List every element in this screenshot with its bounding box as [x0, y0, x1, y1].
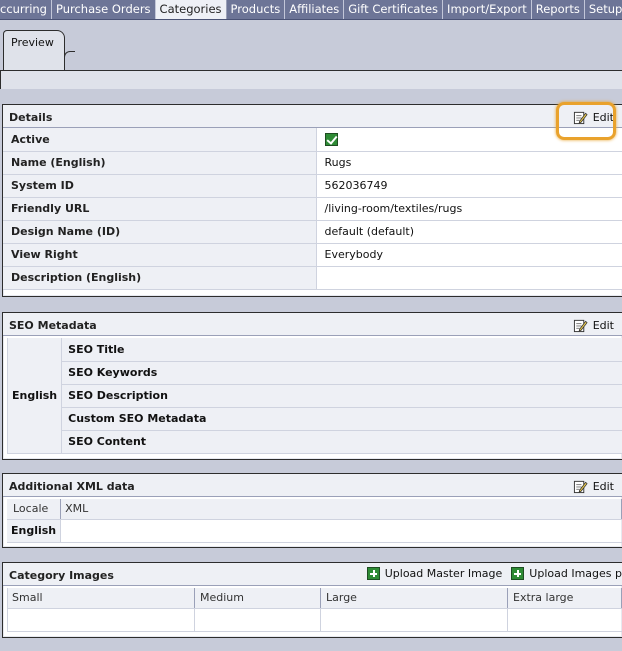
column-header-small: Small [7, 588, 195, 609]
details-table: Active Name (English) Rugs System ID 562… [3, 128, 622, 290]
table-row: Design Name (ID) default (default) [3, 220, 622, 244]
details-panel: Details Edit Active Name (English) Rugs … [2, 104, 622, 297]
green-plus-icon [366, 567, 380, 580]
image-cell-extra-large [507, 608, 622, 632]
upload-images-label: Upload Images p [529, 567, 622, 580]
images-table: Small Medium Large Extra large [7, 588, 622, 632]
edit-pencil-icon [573, 480, 588, 493]
nav-tab-categories[interactable]: Categories [155, 0, 227, 19]
table-row: SEO Description [8, 384, 622, 408]
xml-body: Locale XML English [3, 497, 622, 543]
xml-header: Additional XML data Edit [3, 474, 622, 497]
category-images-panel: Category Images Upload Master Image Uplo… [2, 562, 622, 638]
table-row: Name (English) Rugs [3, 151, 622, 175]
table-row: Description (English) [3, 266, 622, 290]
field-value [315, 266, 622, 290]
sub-tab-bar [0, 20, 622, 72]
table-row [7, 608, 622, 632]
content-bar [0, 70, 622, 89]
nav-tab-import-export[interactable]: Import/Export [443, 0, 532, 19]
table-row: Active [3, 128, 622, 152]
xml-title: Additional XML data [9, 480, 135, 493]
seo-body: English SEO Title SEO Keywords SEO Descr… [3, 336, 622, 454]
upload-images-button[interactable]: Upload Images p [511, 567, 622, 580]
nav-tab-recurring[interactable]: ccurring [0, 0, 52, 19]
tab-preview[interactable]: Preview [3, 30, 75, 74]
field-value: Rugs [315, 151, 622, 175]
table-row: English SEO Title [7, 338, 622, 454]
xml-edit-label: Edit [592, 479, 614, 493]
field-label: Active [3, 128, 316, 152]
nav-tab-products[interactable]: Products [227, 0, 286, 19]
edit-highlight-ring [556, 102, 616, 140]
seo-edit-label: Edit [592, 318, 614, 332]
column-header-large: Large [320, 588, 508, 609]
seo-locale: English [7, 338, 63, 454]
table-row: Custom SEO Metadata [8, 407, 622, 431]
field-value: Everybody [315, 243, 622, 267]
table-header-row: Small Medium Large Extra large [7, 588, 622, 609]
checkbox-checked-icon [324, 133, 338, 146]
table-row: SEO Keywords [8, 361, 622, 385]
image-cell-small [7, 608, 195, 632]
seo-field-label: SEO Title [61, 338, 622, 362]
image-cell-medium [194, 608, 321, 632]
field-label: View Right [3, 243, 316, 267]
details-title: Details [9, 111, 53, 124]
seo-table: English SEO Title SEO Keywords SEO Descr… [7, 338, 622, 454]
table-row: SEO Content [8, 430, 622, 454]
field-label: Design Name (ID) [3, 220, 316, 244]
top-navigation: ccurring Purchase Orders Categories Prod… [0, 0, 622, 20]
seo-edit-button[interactable]: Edit [573, 316, 614, 334]
nav-tab-gift-certificates[interactable]: Gift Certificates [344, 0, 444, 19]
table-row: Friendly URL /living-room/textiles/rugs [3, 197, 622, 221]
xml-locale: English [7, 519, 62, 543]
field-label: Description (English) [3, 266, 316, 290]
seo-field-label: Custom SEO Metadata [61, 407, 622, 431]
edit-pencil-icon [573, 319, 588, 332]
seo-header: SEO Metadata Edit [3, 313, 622, 336]
field-label: Name (English) [3, 151, 316, 175]
nav-tab-affiliates[interactable]: Affiliates [285, 0, 345, 19]
field-value: default (default) [315, 220, 622, 244]
table-row: View Right Everybody [3, 243, 622, 267]
xml-table: Locale XML English [7, 499, 622, 543]
column-header-extra-large: Extra large [507, 588, 622, 609]
field-value: 562036749 [315, 174, 622, 198]
seo-field-label: SEO Content [61, 430, 622, 454]
upload-master-image-button[interactable]: Upload Master Image [366, 567, 503, 580]
images-header: Category Images Upload Master Image Uplo… [3, 563, 622, 586]
column-header-medium: Medium [194, 588, 321, 609]
nav-tab-reports[interactable]: Reports [532, 0, 585, 19]
field-label: Friendly URL [3, 197, 316, 221]
table-header-row: Locale XML [7, 499, 622, 520]
seo-panel: SEO Metadata Edit English SEO Title SEO … [2, 312, 622, 460]
table-row: English [7, 519, 622, 543]
nav-tab-setup[interactable]: Setup [585, 0, 622, 19]
images-title: Category Images [9, 569, 114, 582]
xml-panel: Additional XML data Edit Locale XML Engl… [2, 473, 622, 548]
green-plus-icon [511, 567, 525, 580]
column-header-locale: Locale [7, 499, 62, 520]
details-header: Details Edit [3, 105, 622, 128]
seo-field-label: SEO Description [61, 384, 622, 408]
xml-edit-button[interactable]: Edit [573, 477, 614, 495]
upload-actions: Upload Master Image Upload Images p [358, 567, 622, 580]
field-value: /living-room/textiles/rugs [315, 197, 622, 221]
image-cell-large [320, 608, 508, 632]
table-row: System ID 562036749 [3, 174, 622, 198]
seo-field-label: SEO Keywords [61, 361, 622, 385]
column-header-xml: XML [60, 499, 622, 520]
upload-master-label: Upload Master Image [384, 567, 503, 580]
nav-tab-purchase-orders[interactable]: Purchase Orders [52, 0, 156, 19]
seo-title: SEO Metadata [9, 319, 97, 332]
field-label: System ID [3, 174, 316, 198]
xml-value [60, 519, 622, 543]
images-body: Small Medium Large Extra large [3, 586, 622, 632]
